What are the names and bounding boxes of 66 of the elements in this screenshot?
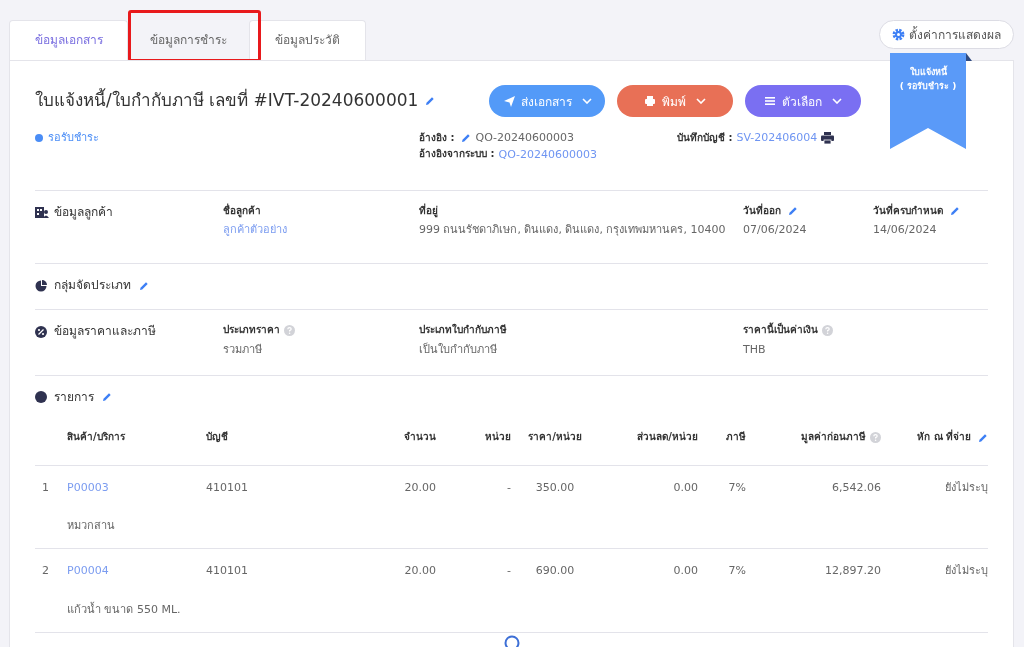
tab[interactable]: ข้อมูลเอกสาร xyxy=(9,20,128,60)
section-title: กลุ่มจัดประเภท xyxy=(54,278,131,293)
tab[interactable]: ข้อมูลการชำระ xyxy=(128,20,249,60)
section-title: รายการ xyxy=(54,389,94,405)
table-cell: 350.00 xyxy=(535,480,575,495)
column-header: หัก ณ ที่จ่าย xyxy=(917,431,971,444)
column-header: ราคา/หน่วย xyxy=(528,431,582,444)
field-label: ราคานี้เป็นค่าเงิน xyxy=(743,324,818,337)
field-label: ประเภทราคา xyxy=(223,324,280,337)
table-cell: 410101 xyxy=(206,564,248,578)
table-cell: ยังไม่ระบุ xyxy=(945,480,988,495)
tab[interactable]: ข้อมูลประวัติ xyxy=(249,20,366,60)
ribbon-title: ใบแจ้งหนี้ xyxy=(909,67,947,79)
row-number: 1 xyxy=(42,480,49,495)
options-button[interactable]: ตัวเลือก xyxy=(745,85,861,117)
field-label: ชื่อลูกค้า xyxy=(223,204,261,217)
table-cell: 6,542.06 xyxy=(832,480,881,495)
item-description: หมวกสาน xyxy=(67,519,115,533)
table-cell: 0.00 xyxy=(673,480,698,495)
column-header: บัญชี xyxy=(206,431,228,444)
item-description: แก้วน้ำ ขนาด 550 ML. xyxy=(67,603,181,616)
field-value: THB xyxy=(743,341,767,358)
table-cell: 0.00 xyxy=(673,564,698,578)
table-cell: - xyxy=(507,480,511,495)
field-label: วันที่ครบกำหนด xyxy=(873,204,943,217)
column-header: จำนวน xyxy=(404,431,436,444)
column-header: หน่วย xyxy=(485,431,511,444)
table-cell: 410101 xyxy=(206,480,248,495)
field-value: เป็นใบกำกับภาษี xyxy=(419,341,498,358)
print-button[interactable]: พิมพ์ xyxy=(617,85,733,117)
product-link[interactable]: P00004 xyxy=(67,564,109,578)
reference-label: อ้างอิง : xyxy=(419,131,455,145)
field-link[interactable]: ลูกค้าตัวอย่าง xyxy=(223,221,419,239)
system-reference-link[interactable]: QO-20240600003 xyxy=(498,147,598,162)
document-title: ใบแจ้งหนี้/ใบกำกับภาษี เลขที่ #IVT-20240600001 xyxy=(35,90,419,112)
field-label: ที่อยู่ xyxy=(419,204,438,217)
system-reference-label: อ้างอิงจากระบบ : xyxy=(419,148,495,161)
column-header: ส่วนลด/หน่วย xyxy=(637,431,698,444)
table-cell: ยังไม่ระบุ xyxy=(945,564,988,578)
column-header: สินค้า/บริการ xyxy=(67,431,125,444)
row-number: 2 xyxy=(42,564,49,578)
accounting-label: บันทึกบัญชี : xyxy=(677,131,733,145)
table-cell: 20.00 xyxy=(404,480,436,495)
status-label: รอรับชำระ xyxy=(48,131,99,145)
section-title: ข้อมูลราคาและภาษี xyxy=(54,324,156,339)
ribbon-status: ( รอรับชำระ ) xyxy=(899,81,957,93)
field-value: รวมภาษี xyxy=(223,341,263,358)
table-cell: 20.00 xyxy=(404,564,436,578)
column-header: มูลค่าก่อนภาษี xyxy=(801,431,866,444)
field-label: ประเภทใบกำกับภาษี xyxy=(419,324,507,337)
field-label: วันที่ออก xyxy=(743,204,781,217)
table-cell: 12,897.20 xyxy=(825,564,881,578)
display-settings-button[interactable]: ตั้งค่าการแสดงผล xyxy=(879,20,1014,49)
table-cell: 690.00 xyxy=(535,564,575,578)
field-value: 999 ถนนรัชดาภิเษก, ดินแดง, ดินแดง, กรุงเทพมหานคร, 10400 xyxy=(419,222,727,238)
product-link[interactable]: P00003 xyxy=(67,480,109,495)
table-cell: - xyxy=(507,564,511,578)
reference-value: QO-20240600003 xyxy=(475,131,575,145)
field-value: 14/06/2024 xyxy=(873,222,938,238)
column-header: ภาษี xyxy=(726,431,746,444)
section-title: ข้อมูลลูกค้า xyxy=(54,204,113,220)
accounting-link[interactable]: SV-202406004 xyxy=(736,131,818,145)
field-value: 07/06/2024 xyxy=(743,222,808,238)
table-cell: 7% xyxy=(728,480,746,495)
send-button[interactable]: ส่งเอกสาร xyxy=(489,85,605,117)
table-cell: 7% xyxy=(728,564,746,578)
